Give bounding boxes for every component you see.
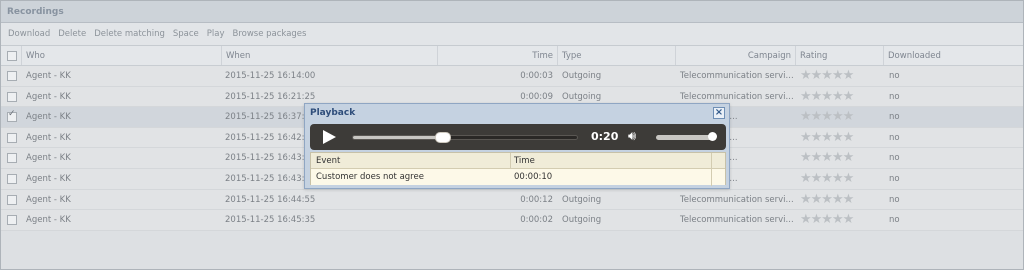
delete-button[interactable]: Delete	[58, 29, 86, 39]
cell-who: Agent - KK	[26, 71, 71, 81]
cell-campaign: Telecommunication servi...	[680, 71, 794, 81]
close-icon[interactable]: ×	[713, 107, 725, 119]
cell-time: 0:00:03	[520, 71, 553, 81]
rating-stars[interactable]: ★★★★★	[795, 128, 883, 148]
cell-downloaded: no	[889, 153, 900, 164]
rating-stars[interactable]: ★★★★★	[795, 169, 883, 189]
column-type[interactable]: Type	[557, 46, 675, 65]
cell-downloaded: no	[889, 194, 900, 205]
row-checkbox[interactable]	[7, 215, 17, 226]
volume-icon[interactable]: 🔊︎	[628, 130, 636, 144]
table-row[interactable]: Agent - KK 2015-11-25 16:44:55 0:00:12 Outg…	[1, 189, 1023, 211]
grid-header: Who When Time Type Campaign Rating Downl…	[1, 46, 1023, 66]
cell-who: Agent - KK	[26, 91, 71, 102]
row-checkbox[interactable]	[7, 71, 17, 81]
rating-stars[interactable]: ★★★★★	[795, 210, 883, 230]
column-rating[interactable]: Rating	[795, 46, 883, 65]
download-button[interactable]: Download	[8, 29, 50, 39]
audio-player: 0:20 🔊︎	[310, 124, 726, 150]
table-row[interactable]: Agent - KK 2015-11-25 16:45:35 0:00:02 Outg…	[1, 210, 1023, 231]
cell-downloaded: no	[889, 132, 900, 143]
play-button[interactable]: Play	[207, 29, 225, 39]
cell-time: 0:00:12	[520, 194, 553, 205]
column-campaign[interactable]: Campaign	[675, 46, 795, 65]
cell-who: Agent - KK	[26, 173, 71, 184]
column-when[interactable]: When	[221, 46, 437, 65]
cell-time: 0:00:02	[520, 215, 553, 226]
cell-when: 2015-11-25 16:14:00	[225, 71, 316, 81]
cell-who: Agent - KK	[26, 112, 71, 123]
event-time: 00:00:10	[514, 172, 553, 182]
column-downloaded[interactable]: Downloaded	[883, 46, 1023, 65]
rating-stars[interactable]: ★★★★★	[795, 66, 883, 86]
row-checkbox[interactable]	[7, 132, 17, 143]
playback-dialog: Playback × 0:20 🔊︎ Event Time Customer d…	[304, 103, 730, 189]
row-checkbox[interactable]	[7, 194, 17, 205]
playback-title: Playback	[310, 108, 356, 118]
row-checkbox[interactable]	[7, 173, 17, 184]
rating-stars[interactable]: ★★★★★	[795, 87, 883, 107]
cell-who: Agent - KK	[26, 194, 71, 205]
table-row[interactable]: Agent - KK 2015-11-25 16:14:00 0:00:03 Outg…	[1, 66, 1023, 87]
volume-handle[interactable]	[708, 132, 717, 141]
events-column-event: Event	[316, 156, 341, 166]
cell-downloaded: no	[889, 112, 900, 123]
seek-bar[interactable]	[352, 132, 578, 143]
cell-downloaded: no	[889, 215, 900, 226]
row-checkbox[interactable]	[7, 153, 17, 164]
cell-type: Outgoing	[562, 215, 602, 226]
events-table: Event Time Customer does not agree 00:00…	[310, 152, 726, 186]
toolbar: Download Delete Delete matching Space Pl…	[1, 23, 1023, 46]
cell-when: 2015-11-25 16:45:35	[225, 215, 316, 226]
column-time[interactable]: Time	[437, 46, 557, 65]
browse-packages-button[interactable]: Browse packages	[233, 29, 307, 39]
space-button[interactable]: Space	[173, 29, 199, 39]
cell-downloaded: no	[889, 91, 900, 102]
row-checkbox[interactable]	[7, 91, 17, 102]
cell-when: 2015-11-25 16:44:55	[225, 194, 316, 205]
seek-handle[interactable]	[435, 132, 452, 143]
row-checkbox[interactable]	[7, 109, 17, 123]
playback-time: 0:20	[591, 130, 619, 143]
cell-campaign: Telecommunication servi...	[680, 194, 794, 205]
events-header: Event Time	[311, 153, 725, 169]
panel-title: Recordings	[1, 1, 1023, 23]
event-name: Customer does not agree	[316, 172, 424, 182]
rating-stars[interactable]: ★★★★★	[795, 190, 883, 210]
play-icon[interactable]	[323, 130, 336, 144]
column-who[interactable]: Who	[21, 46, 221, 65]
delete-matching-button[interactable]: Delete matching	[94, 29, 165, 39]
rating-stars[interactable]: ★★★★★	[795, 148, 883, 168]
cell-who: Agent - KK	[26, 215, 71, 226]
cell-who: Agent - KK	[26, 132, 71, 143]
cell-type: Outgoing	[562, 194, 602, 205]
cell-downloaded: no	[889, 173, 900, 184]
seek-progress	[353, 136, 444, 139]
events-column-time: Time	[514, 156, 535, 166]
cell-who: Agent - KK	[26, 153, 71, 164]
volume-slider[interactable]	[656, 132, 717, 141]
event-row[interactable]: Customer does not agree 00:00:10	[311, 169, 725, 185]
rating-stars[interactable]: ★★★★★	[795, 107, 883, 127]
cell-downloaded: no	[889, 71, 900, 81]
select-all-checkbox[interactable]	[7, 51, 17, 61]
cell-campaign: Telecommunication servi...	[680, 215, 794, 226]
cell-type: Outgoing	[562, 71, 602, 81]
